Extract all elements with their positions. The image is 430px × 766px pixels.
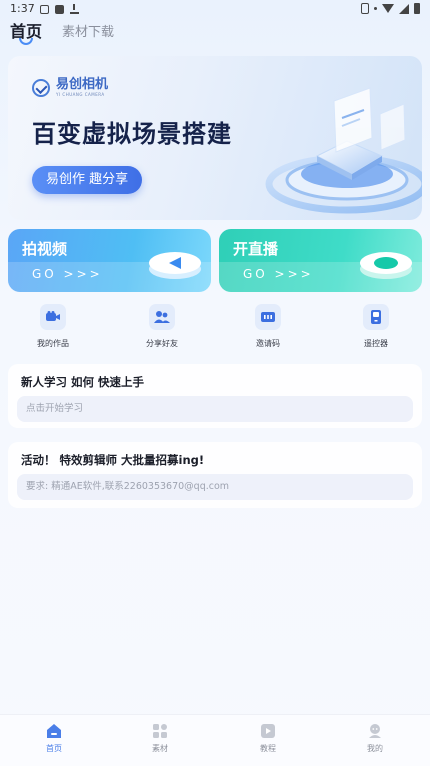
banner-headline: 百变虚拟场景搭建 [32, 120, 232, 148]
status-bar: 1:37 [0, 0, 430, 18]
quick-share-friends[interactable]: 分享好友 [127, 304, 197, 349]
tutorial-icon [260, 723, 276, 739]
quick-invite-code[interactable]: 邀请码 [233, 304, 303, 349]
nav-material[interactable]: 素材 [130, 723, 190, 754]
battery-icon [414, 3, 420, 14]
quick-remote-control-label: 遥控器 [364, 339, 388, 348]
start-learning-button[interactable]: 点击开始学习 [17, 396, 413, 422]
video-camera-icon [40, 304, 66, 330]
wifi-icon [382, 4, 394, 13]
quick-share-friends-label: 分享好友 [146, 339, 178, 348]
promo-banner[interactable]: 易创相机 YI CHUANG CAMERA 百变虚拟场景搭建 易创作 趣分享 [8, 56, 422, 220]
go-live-title: 开直播 [233, 240, 279, 258]
logo-mark-icon [32, 79, 50, 97]
tab-home[interactable]: 首页 [10, 18, 42, 45]
newbie-guide-title: 新人学习 如何 快速上手 [21, 375, 145, 389]
invite-code-icon [255, 304, 281, 330]
status-time: 1:37 [10, 2, 35, 15]
nav-tutorial[interactable]: 教程 [238, 723, 298, 754]
quick-my-works-label: 我的作品 [37, 339, 69, 348]
tab-active-indicator [19, 38, 33, 45]
nav-profile-label: 我的 [367, 744, 383, 753]
vibrate-icon [361, 3, 369, 14]
shoot-video-title: 拍视频 [22, 240, 68, 258]
newbie-guide-card: 新人学习 如何 快速上手 点击开始学习 [8, 364, 422, 428]
quick-my-works[interactable]: 我的作品 [18, 304, 88, 349]
home-icon [46, 723, 62, 739]
shoot-video-card[interactable]: 拍视频 GO >>> [8, 229, 211, 292]
recruit-activity-title: 活动！ 特效剪辑师 大批量招募ing! [21, 453, 205, 467]
live-record-disc-icon [360, 252, 412, 279]
quick-actions: 我的作品 分享好友 邀请码 遥控器 [0, 304, 430, 356]
profile-icon [367, 723, 383, 739]
nav-tutorial-label: 教程 [260, 744, 276, 753]
dot-icon [374, 7, 377, 10]
status-system-icons [361, 3, 420, 14]
logo-text: 易创相机 [56, 77, 109, 92]
nav-home-label: 首页 [46, 744, 62, 753]
banner-pill: 易创作 趣分享 [32, 166, 143, 194]
status-notification-icons [40, 4, 79, 14]
shoot-video-go: GO >>> [32, 267, 103, 281]
download-icon [70, 4, 79, 14]
recruit-activity-card: 活动！ 特效剪辑师 大批量招募ing! 要求: 精通AE软件,联系2260353… [8, 442, 422, 508]
logo-subtext: YI CHUANG CAMERA [56, 92, 105, 97]
remote-control-icon [363, 304, 389, 330]
notification-app-icon [55, 4, 64, 14]
virtual-scene-illustration [265, 87, 422, 214]
nav-material-label: 素材 [152, 744, 168, 753]
material-icon [152, 723, 168, 739]
quick-invite-code-label: 邀请码 [256, 339, 280, 348]
go-live-card[interactable]: 开直播 GO >>> [219, 229, 422, 292]
video-play-disc-icon [149, 252, 201, 279]
top-tabs: 首页 素材下载 [10, 18, 114, 48]
recruit-requirement-field[interactable]: 要求: 精通AE软件,联系2260353670@qq.com [17, 474, 413, 500]
notification-a-icon [40, 4, 49, 14]
nav-profile[interactable]: 我的 [345, 723, 405, 754]
go-live-go: GO >>> [243, 267, 314, 281]
signal-icon [399, 3, 409, 14]
tab-material-download-label: 素材下载 [62, 25, 115, 40]
quick-remote-control[interactable]: 遥控器 [341, 304, 411, 349]
tab-material-download[interactable]: 素材下载 [62, 18, 114, 40]
nav-home[interactable]: 首页 [24, 723, 84, 754]
bottom-navigation: 首页 素材 教程 我的 [0, 714, 430, 766]
share-friends-icon [149, 304, 175, 330]
banner-logo: 易创相机 YI CHUANG CAMERA [32, 78, 108, 98]
